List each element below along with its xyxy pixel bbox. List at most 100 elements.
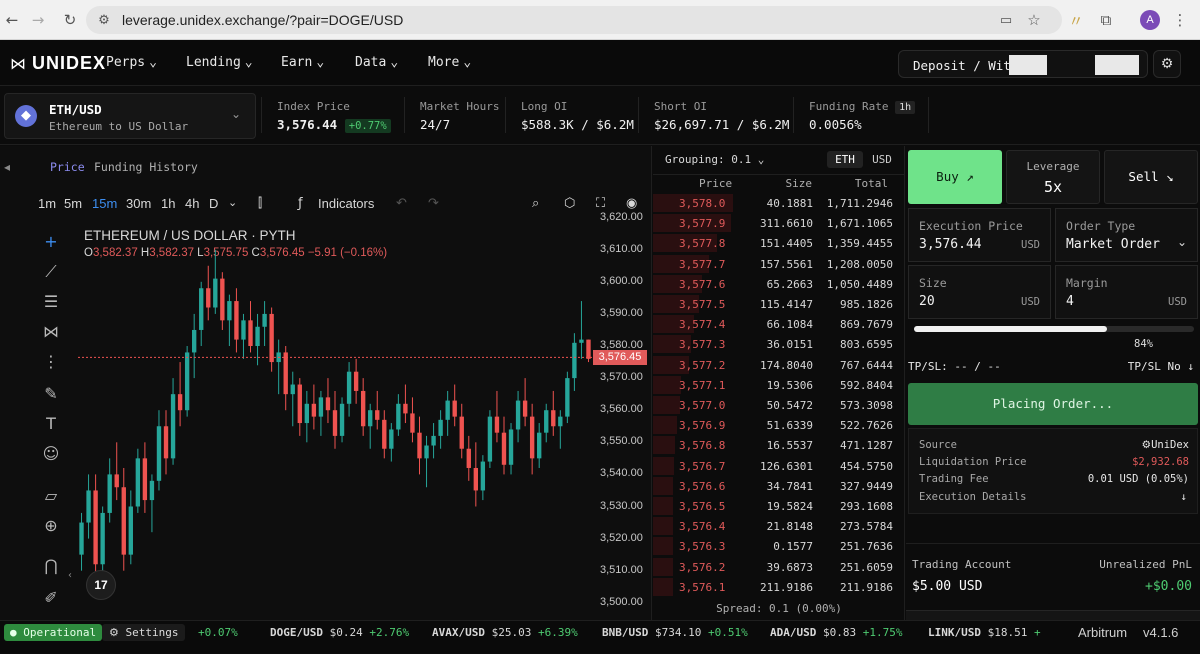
network-name[interactable]: Arbitrum bbox=[1078, 625, 1127, 640]
orderbook-row[interactable]: 3,577.1 19.5306 592.8404 bbox=[653, 375, 905, 395]
orderbook-row[interactable]: 3,577.8 151.4405 1,359.4455 bbox=[653, 233, 905, 253]
order-summary: Source ⚙UniDex Liquidation Price $2,932.… bbox=[908, 428, 1198, 514]
nav-label: More bbox=[428, 55, 460, 70]
candle-body bbox=[177, 394, 183, 411]
orderbook-row[interactable]: 3,576.7 126.6301 454.5750 bbox=[653, 456, 905, 476]
avatar[interactable]: A bbox=[1138, 8, 1162, 32]
orderbook-row[interactable]: 3,578.0 40.1881 1,711.2946 bbox=[653, 193, 905, 213]
orderbook-row[interactable]: 3,577.7 157.5561 1,208.0050 bbox=[653, 254, 905, 274]
placing-order-button[interactable]: Placing Order... bbox=[908, 383, 1198, 425]
ticker-link[interactable]: LINK/USD $18.51 + bbox=[928, 626, 1041, 639]
orderbook-row[interactable]: 3,577.2 174.8040 767.6444 bbox=[653, 355, 905, 375]
nav-label: Perps bbox=[106, 55, 146, 70]
orderbook-row[interactable]: 3,576.9 51.6339 522.7626 bbox=[653, 415, 905, 435]
nav-more[interactable]: More ⌄ bbox=[428, 55, 471, 70]
grouping-select[interactable]: Grouping: 0.1 ⌄ bbox=[665, 153, 764, 166]
candle-body bbox=[262, 313, 267, 327]
footer-settings-button[interactable]: ⚙ Settings bbox=[102, 624, 186, 641]
ticker-change: +0.51% bbox=[707, 626, 748, 639]
orderbook-row[interactable]: 3,576.2 39.6873 251.6059 bbox=[653, 557, 905, 577]
extension-icon[interactable]: 〃 bbox=[1064, 8, 1088, 32]
leverage-selector[interactable]: Leverage 5x bbox=[1006, 150, 1100, 204]
orderbook-row[interactable]: 3,576.6 34.7841 327.9449 bbox=[653, 476, 905, 496]
execution-details-toggle[interactable]: Execution Details bbox=[919, 491, 1026, 503]
ask-price: 3,577.1 bbox=[679, 378, 726, 392]
sell-button[interactable]: Sell ↘ bbox=[1104, 150, 1198, 204]
size-input[interactable]: Size 20 USD bbox=[908, 265, 1051, 319]
orderbook-row[interactable]: 3,577.6 65.2663 1,050.4489 bbox=[653, 274, 905, 294]
candle-body bbox=[149, 480, 155, 501]
ask-total: 273.5784 bbox=[840, 520, 893, 534]
stat-value: $26,697.71 / $6.2M bbox=[654, 117, 790, 132]
url-text[interactable]: leverage.unidex.exchange/?pair=DOGE/USD bbox=[122, 12, 403, 28]
tpsl-toggle[interactable]: TP/SL No ↓ bbox=[1128, 360, 1194, 373]
settings-gear-icon[interactable]: ⚙ bbox=[1153, 50, 1181, 78]
bookmark-star-icon[interactable]: ☆ bbox=[1022, 8, 1046, 32]
forward-icon[interactable]: → bbox=[26, 8, 50, 32]
price-tick-label: 3,580.00 bbox=[600, 339, 643, 352]
extensions-puzzle-icon[interactable]: ⧉ bbox=[1094, 8, 1118, 32]
orderbook-row[interactable]: 3,576.1 211.9186 211.9186 bbox=[653, 577, 905, 597]
deposit-withdraw-button[interactable]: Deposit / Wit bbox=[898, 50, 1148, 78]
ticker-ada[interactable]: ADA/USD $0.83 +1.75% bbox=[770, 626, 902, 639]
orderbook-row[interactable]: 3,577.0 50.5472 573.3098 bbox=[653, 395, 905, 415]
site-settings-icon[interactable]: ⚙ bbox=[92, 8, 116, 32]
orderbook-row[interactable]: 3,577.9 311.6610 1,671.1065 bbox=[653, 213, 905, 233]
leverage-value: 5x bbox=[1043, 178, 1063, 196]
orderbook-row[interactable]: 3,576.4 21.8148 273.5784 bbox=[653, 516, 905, 536]
source-value: ⚙UniDex bbox=[1142, 439, 1189, 451]
divider bbox=[906, 543, 1200, 544]
status-badge[interactable]: ● Operational bbox=[4, 624, 103, 641]
orderbook-row[interactable]: 3,576.5 19.5824 293.1608 bbox=[653, 496, 905, 516]
ticker-pair: ADA/USD bbox=[770, 626, 817, 639]
ask-size: 34.7841 bbox=[766, 479, 813, 493]
ticker-bnb[interactable]: BNB/USD $734.10 +0.51% bbox=[602, 626, 748, 639]
unit-toggle-usd[interactable]: USD bbox=[867, 151, 897, 168]
nav-lending[interactable]: Lending ⌄ bbox=[186, 55, 253, 70]
leverage-label: Leverage bbox=[1026, 160, 1080, 173]
nav-perps[interactable]: Perps ⌄ bbox=[106, 55, 157, 70]
margin-input[interactable]: Margin 4 USD bbox=[1055, 265, 1198, 319]
stat-label: Short OI bbox=[654, 100, 707, 113]
cast-icon[interactable]: ▭ bbox=[994, 8, 1018, 32]
ask-price: 3,576.3 bbox=[679, 540, 726, 554]
leverage-slider[interactable] bbox=[914, 326, 1194, 332]
orderbook-row[interactable]: 3,576.8 16.5537 471.1287 bbox=[653, 435, 905, 455]
candle-body bbox=[220, 278, 225, 321]
candlestick-chart[interactable] bbox=[0, 146, 652, 620]
ticker-doge[interactable]: DOGE/USD $0.24 +2.76% bbox=[270, 626, 409, 639]
orderbook-row[interactable]: 3,577.4 66.1084 869.7679 bbox=[653, 314, 905, 334]
candle-body bbox=[325, 397, 331, 411]
pair-selector[interactable]: ◆ ETH/USD Ethereum to US Dollar ⌄ bbox=[4, 93, 256, 139]
funding-period-badge[interactable]: 1h bbox=[895, 101, 916, 114]
ticker-avax[interactable]: AVAX/USD $25.03 +6.39% bbox=[432, 626, 578, 639]
orderbook-row[interactable]: 3,577.3 36.0151 803.6595 bbox=[653, 334, 905, 354]
chevron-down-icon[interactable]: ↓ bbox=[1181, 491, 1187, 503]
tradingview-logo[interactable]: 17 bbox=[86, 570, 116, 600]
brand-logo[interactable]: ⋈ UNIDEX bbox=[10, 53, 106, 74]
menu-kebab-icon[interactable]: ⋮ bbox=[1168, 8, 1192, 32]
unit-toggle-eth[interactable]: ETH bbox=[827, 151, 863, 168]
nav-earn[interactable]: Earn ⌄ bbox=[281, 55, 324, 70]
candle-body bbox=[107, 474, 112, 513]
orderbook-row[interactable]: 3,577.5 115.4147 985.1826 bbox=[653, 294, 905, 314]
order-book: Grouping: 0.1 ⌄ ETH USD Price Size Total… bbox=[653, 146, 905, 620]
candle-body bbox=[396, 403, 401, 430]
last-price-tag: 3,576.45 bbox=[593, 350, 647, 366]
status-footer: ● Operational ⚙ Settings +0.07% DOGE/USD… bbox=[0, 620, 1200, 654]
order-type-select[interactable]: Order Type Market Order ⌄ bbox=[1055, 208, 1198, 262]
address-bar[interactable]: ⚙ leverage.unidex.exchange/?pair=DOGE/US… bbox=[86, 6, 1062, 34]
orderbook-row[interactable]: 3,576.3 0.1577 251.7636 bbox=[653, 536, 905, 556]
ethereum-icon: ◆ bbox=[15, 105, 37, 127]
back-icon[interactable]: ← bbox=[0, 8, 24, 32]
candle-body bbox=[438, 419, 443, 436]
candle-body bbox=[290, 384, 295, 395]
reload-icon[interactable]: ↻ bbox=[58, 8, 82, 32]
chevron-down-icon: ⌄ bbox=[149, 55, 157, 70]
candle-body bbox=[121, 487, 126, 555]
nav-data[interactable]: Data ⌄ bbox=[355, 55, 398, 70]
ask-total: 985.1826 bbox=[840, 298, 893, 311]
candle-body bbox=[241, 320, 246, 340]
execution-price-field[interactable]: Execution Price 3,576.44 USD bbox=[908, 208, 1051, 262]
buy-button[interactable]: Buy ↗ bbox=[908, 150, 1002, 204]
